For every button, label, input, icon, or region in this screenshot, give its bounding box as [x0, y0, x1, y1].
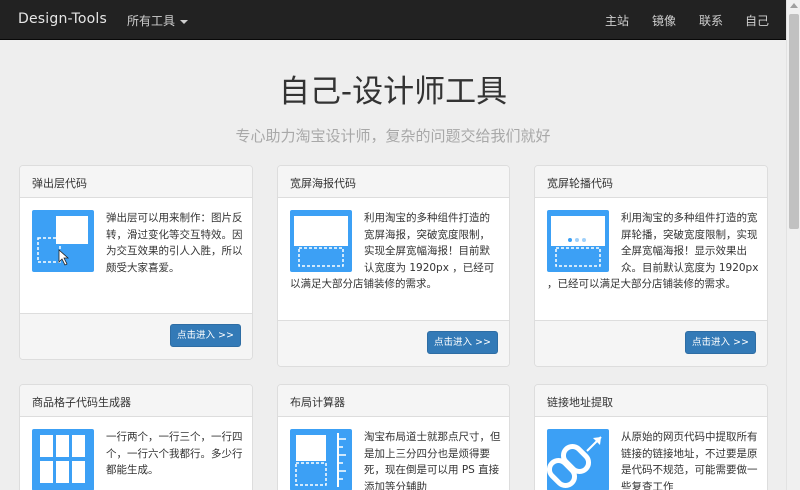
card-title: 宽屏海报代码: [278, 166, 509, 198]
page-subtitle: 专心助力淘宝设计师，复杂的问题交给我们就好: [235, 127, 551, 145]
tool-card-link-extraction: 链接地址提取 从原始的网页代码中提取所有链接的链接地址，不过要是原是代码不规范，…: [534, 384, 768, 490]
popup-layer-icon: [32, 210, 94, 272]
float-spacer: [547, 210, 621, 276]
card-footer: 点击进入 >>: [278, 320, 509, 366]
enter-wide-carousel-button[interactable]: 点击进入 >>: [685, 331, 756, 354]
card-title: 链接地址提取: [535, 385, 767, 417]
card-title: 商品格子代码生成器: [20, 385, 252, 417]
nav-link-main-site[interactable]: 主站: [605, 12, 629, 29]
card-footer: 点击进入 >>: [20, 313, 252, 359]
enter-wide-poster-button[interactable]: 点击进入 >>: [427, 331, 498, 354]
tool-card-layout-calculator: 布局计算器 淘宝布局道士就那点尺寸，但是加上三分四分也是烦得要死，现在倒是可以用…: [277, 384, 510, 490]
card-description: 淘宝布局道士就那点尺寸，但是加上三分四分也是烦得要死，现在倒是可以用 PS 直接…: [364, 431, 501, 490]
all-tools-dropdown[interactable]: 所有工具: [127, 12, 189, 29]
enter-popup-button[interactable]: 点击进入 >>: [170, 324, 241, 347]
card-description: 弹出层可以用来制作：图片反转，滑过变化等交互特效。因为交互效果的引人入胜，所以颇…: [106, 212, 243, 274]
nav-link-self[interactable]: 自己: [745, 12, 769, 29]
card-title: 弹出层代码: [20, 166, 252, 198]
page-title: 自己-设计师工具: [278, 74, 508, 110]
nav-link-contact[interactable]: 联系: [699, 12, 723, 29]
link-chain-icon: [546, 429, 609, 490]
card-title: 宽屏轮播代码: [535, 166, 767, 198]
scrollbar-thumb[interactable]: [789, 14, 799, 229]
scroll-up-arrow-icon[interactable]: [790, 3, 798, 8]
card-description: 一行两个，一行三个，一行四个，一行六个我都行。多少行都能生成。: [106, 431, 243, 476]
card-title: 布局计算器: [278, 385, 509, 417]
product-grid-icon: [32, 429, 94, 490]
caret-down-icon: [180, 19, 189, 24]
tool-card-wide-carousel: 宽屏轮播代码 利用淘宝的多种组件打造的宽屏轮播，突破宽度限制，实现全屏宽幅海报！…: [534, 165, 768, 367]
card-description: 从原始的网页代码中提取所有链接的链接地址，不过要是原是代码不规范，可能需要做一些…: [621, 431, 758, 490]
top-navbar: Design-Tools 所有工具 主站 镜像 联系 自己: [0, 0, 786, 40]
tool-card-popup: 弹出层代码 弹出层可以用来制作：图片反转，滑过变化等交互特效。因为交互效果的引人…: [19, 165, 253, 360]
card-footer: 点击进入 >>: [535, 320, 767, 366]
all-tools-label: 所有工具: [127, 14, 176, 28]
page-scrollbar[interactable]: [786, 0, 800, 490]
layout-ruler-icon: [290, 429, 352, 490]
tool-card-wide-poster: 宽屏海报代码 利用淘宝的多种组件打造的宽屏海报，突破宽度限制，实现全屏宽幅海报！…: [277, 165, 510, 367]
nav-link-mirror[interactable]: 镜像: [652, 12, 676, 29]
tool-card-product-grid: 商品格子代码生成器 一行两个，一行三个，一行四个，一行六个我都行。多少行都能生成…: [19, 384, 253, 490]
brand-logo-text[interactable]: Design-Tools: [18, 11, 107, 27]
float-spacer: [290, 210, 364, 276]
